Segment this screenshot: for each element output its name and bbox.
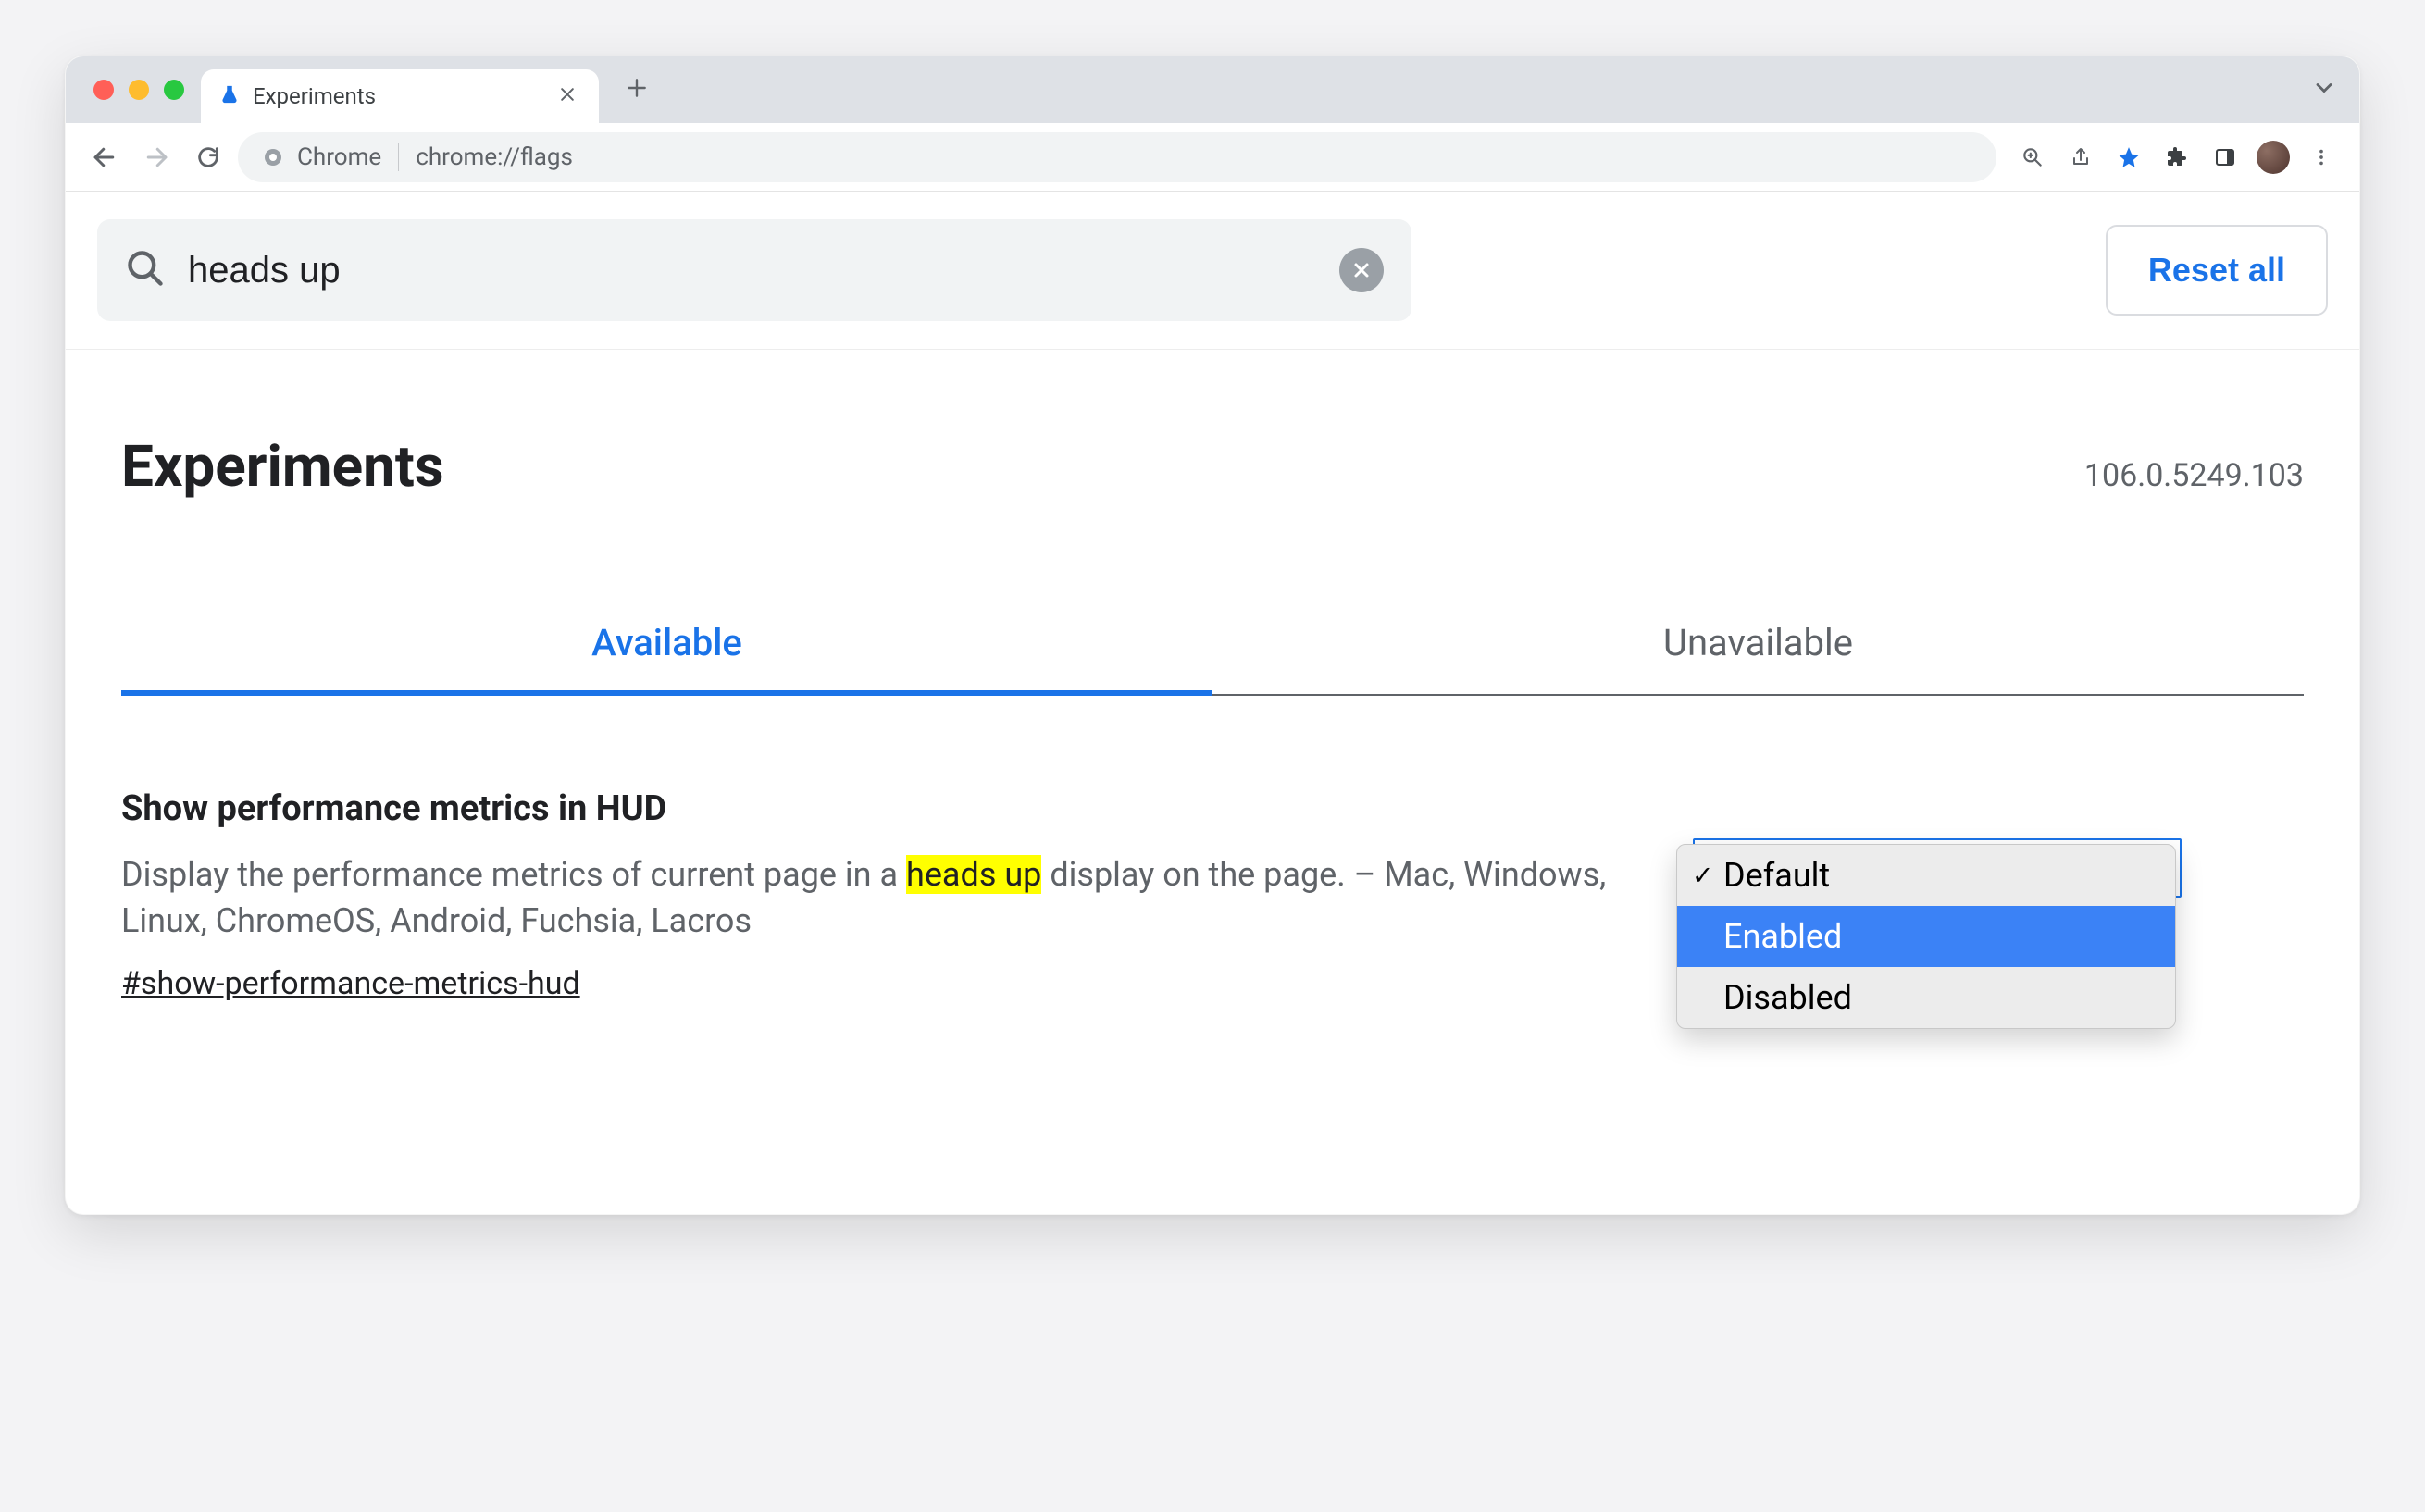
search-input[interactable]	[188, 250, 1317, 291]
flag-title: Show performance metrics in HUD	[121, 788, 1621, 829]
checkmark-icon: ✓	[1692, 861, 1713, 891]
back-button[interactable]	[82, 135, 127, 180]
share-icon[interactable]	[2059, 136, 2102, 179]
new-tab-button[interactable]	[616, 68, 658, 111]
flag-id-link[interactable]: #show-performance-metrics-hud	[121, 965, 580, 1002]
omnibox-divider	[398, 143, 399, 171]
bookmark-star-icon[interactable]	[2108, 136, 2150, 179]
url-text: chrome://flags	[416, 143, 573, 171]
sidepanel-icon[interactable]	[2204, 136, 2246, 179]
flag-desc-before: Display the performance metrics of curre…	[121, 855, 906, 894]
search-row: Reset all	[66, 192, 2359, 350]
close-window-button[interactable]	[93, 80, 114, 100]
option-enabled[interactable]: Enabled	[1677, 906, 2175, 967]
page-header: Experiments 106.0.5249.103	[66, 350, 2359, 519]
option-disabled[interactable]: Disabled	[1677, 967, 2175, 1028]
clear-search-button[interactable]	[1339, 248, 1384, 292]
flask-icon	[219, 84, 240, 108]
flag-desc-highlight: heads up	[906, 855, 1041, 894]
option-default-label: Default	[1723, 856, 1830, 895]
kebab-menu-icon[interactable]	[2300, 136, 2343, 179]
reset-all-button[interactable]: Reset all	[2106, 225, 2328, 316]
page-title: Experiments	[121, 433, 444, 501]
tab-available[interactable]: Available	[121, 621, 1212, 696]
chrome-icon	[262, 146, 284, 168]
browser-window: Experiments Chrome chrome://	[65, 56, 2360, 1215]
window-controls	[84, 80, 201, 100]
version-label: 106.0.5249.103	[2084, 457, 2304, 494]
page-content: Reset all Experiments 106.0.5249.103 Ava…	[66, 192, 2359, 1214]
site-chip[interactable]: Chrome	[262, 143, 381, 171]
address-bar[interactable]: Chrome chrome://flags	[238, 132, 1996, 182]
toolbar: Chrome chrome://flags	[66, 123, 2359, 192]
option-default[interactable]: ✓ Default	[1677, 845, 2175, 906]
profile-avatar[interactable]	[2252, 136, 2294, 179]
reload-button[interactable]	[186, 135, 230, 180]
tabstrip-menu-button[interactable]	[2311, 75, 2337, 105]
extensions-icon[interactable]	[2156, 136, 2198, 179]
zoom-icon[interactable]	[2011, 136, 2054, 179]
tab-unavailable[interactable]: Unavailable	[1212, 621, 2304, 696]
toolbar-right	[2011, 136, 2343, 179]
category-tabs: Available Unavailable	[121, 621, 2304, 696]
site-chip-label: Chrome	[297, 143, 381, 171]
option-disabled-label: Disabled	[1723, 978, 1852, 1017]
flag-description: Display the performance metrics of curre…	[121, 851, 1621, 945]
flag-item: Show performance metrics in HUD Display …	[66, 696, 2359, 1214]
dropdown-list: ✓ Default Enabled Disabled	[1676, 844, 2176, 1029]
avatar-image	[2257, 141, 2290, 174]
browser-tab[interactable]: Experiments	[201, 69, 599, 123]
forward-button[interactable]	[134, 135, 179, 180]
close-tab-button[interactable]	[553, 80, 582, 113]
minimize-window-button[interactable]	[129, 80, 149, 100]
option-enabled-label: Enabled	[1723, 917, 1842, 956]
tab-strip: Experiments	[66, 56, 2359, 123]
tab-title: Experiments	[253, 83, 376, 109]
maximize-window-button[interactable]	[164, 80, 184, 100]
flag-dropdown[interactable]: ✓ Default Enabled Disabled	[1676, 844, 2176, 1029]
flag-text: Show performance metrics in HUD Display …	[121, 788, 1621, 1002]
search-box	[97, 219, 1411, 321]
search-icon	[125, 248, 166, 292]
